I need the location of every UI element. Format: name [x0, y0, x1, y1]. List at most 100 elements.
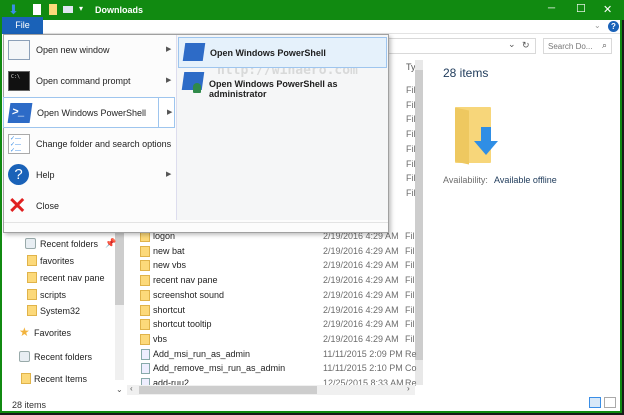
file-type: Fil	[405, 275, 415, 286]
file-date: 11/11/2015 2:10 PM	[323, 363, 403, 374]
nav-label: Favorites	[34, 328, 72, 338]
file-type: Fil	[406, 99, 416, 110]
file-date: 2/19/2016 4:29 AM	[323, 304, 399, 315]
help-icon: ?	[8, 164, 29, 185]
nav-scrollbar[interactable]	[115, 230, 124, 380]
file-name: new bat	[153, 245, 185, 256]
submenu-open-powershell-admin[interactable]: Open Windows PowerShell as administrator	[178, 69, 387, 100]
file-date: 2/19/2016 4:29 AM	[323, 245, 399, 256]
menu-open-command-prompt[interactable]: C:\ Open command prompt ▶	[3, 66, 175, 97]
file-row[interactable]: new vbs 2/19/2016 4:29 AM Fil	[140, 258, 420, 273]
folder-icon	[140, 245, 150, 257]
availability-value: Available offline	[494, 175, 557, 185]
nav-scrollbar-thumb[interactable]	[115, 230, 124, 305]
close-x-icon: ✕	[8, 193, 27, 218]
menu-open-new-window[interactable]: Open new window ▶	[3, 35, 175, 66]
registry-file-icon	[141, 363, 150, 375]
recent-folders-icon	[25, 238, 36, 249]
folder-icon	[140, 260, 150, 272]
refresh-button[interactable]: ↻	[522, 40, 530, 51]
submenu-label: Open Windows PowerShell as administrator	[209, 79, 338, 99]
horizontal-scrollbar[interactable]: ‹ ›	[127, 384, 415, 395]
pin-icon[interactable]: 📌	[105, 238, 116, 249]
menu-change-folder-options[interactable]: ✓— ✓— ✓— Change folder and search options	[3, 129, 175, 160]
ribbon-expand-icon[interactable]: ⌄	[594, 21, 601, 30]
scroll-left-icon[interactable]: ‹	[130, 384, 133, 393]
address-dropdown-icon[interactable]: ⌄	[508, 39, 516, 50]
new-folder-icon[interactable]	[49, 4, 57, 15]
file-date: 2/19/2016 4:29 AM	[323, 319, 399, 330]
file-type: Re	[405, 348, 417, 359]
availability-label: Availability:	[443, 175, 488, 185]
menu-open-windows-powershell[interactable]: >_ Open Windows PowerShell ▶	[3, 97, 175, 128]
file-type: Co	[405, 363, 417, 374]
submenu-open-powershell[interactable]: Open Windows PowerShell	[178, 37, 387, 68]
nav-label: favorites	[40, 256, 75, 266]
file-name: vbs	[153, 333, 168, 344]
menu-label: Change folder and search options	[36, 139, 172, 149]
powershell-icon	[182, 43, 206, 61]
nav-label: recent nav pane	[40, 273, 105, 283]
submenu-arrow-icon: ▶	[166, 46, 172, 53]
file-type: Fil	[405, 245, 415, 256]
file-row[interactable]: new bat 2/19/2016 4:29 AM Fil	[140, 244, 420, 259]
file-type: Fil	[406, 187, 416, 198]
menu-label: Open new window	[36, 45, 110, 55]
file-type: Fil	[406, 143, 416, 154]
file-type: Fil	[406, 158, 416, 169]
file-type: Fil	[405, 289, 415, 300]
close-button[interactable]: ✕	[603, 3, 612, 16]
file-date: 2/19/2016 4:29 AM	[323, 275, 399, 286]
folder-icon	[140, 289, 150, 301]
file-date: 2/19/2016 4:29 AM	[323, 260, 399, 271]
folder-icon	[27, 255, 37, 266]
file-type: Fil	[406, 114, 416, 125]
nav-scroll-down-icon[interactable]: ⌄	[116, 385, 123, 394]
rename-icon[interactable]	[63, 6, 73, 13]
registry-file-icon	[141, 348, 150, 360]
title-bar: ⬇ ▾ Downloads ─ ☐ ✕	[0, 0, 624, 20]
menu-label: Open command prompt	[36, 76, 131, 86]
nav-label: System32	[40, 306, 81, 316]
recent-folders-icon	[19, 351, 30, 362]
search-icon: ⌕	[602, 40, 608, 50]
minimize-button[interactable]: ─	[548, 3, 555, 14]
folder-icon	[27, 272, 37, 283]
large-icons-view-button[interactable]	[604, 397, 616, 408]
customize-qat-icon[interactable]: ▾	[79, 4, 83, 13]
nav-label: scripts	[40, 290, 67, 300]
file-row[interactable]: Add_msi_run_as_admin 11/11/2015 2:09 PM Re	[140, 347, 420, 362]
file-name: shortcut	[153, 304, 186, 315]
scroll-right-icon[interactable]: ›	[407, 384, 410, 393]
file-type: Fil	[405, 304, 415, 315]
file-type: Fil	[406, 85, 416, 95]
file-type: Fil	[406, 129, 416, 140]
maximize-button[interactable]: ☐	[576, 2, 586, 15]
file-name: Add_remove_msi_run_as_admin	[153, 363, 286, 374]
file-row[interactable]: screenshot sound 2/19/2016 4:29 AM Fil	[140, 288, 420, 303]
options-icon: ✓— ✓— ✓—	[8, 134, 30, 154]
file-row[interactable]: recent nav pane 2/19/2016 4:29 AM Fil	[140, 273, 420, 288]
folder-icon	[27, 289, 37, 300]
star-icon: ★	[19, 325, 30, 339]
file-row[interactable]: Add_remove_msi_run_as_admin 11/11/2015 2:…	[140, 361, 420, 376]
menu-close[interactable]: ✕ Close	[3, 191, 175, 222]
submenu-arrow-icon: ▶	[167, 109, 173, 116]
window-icon	[8, 40, 30, 60]
file-tab[interactable]: File	[2, 17, 43, 34]
status-item-count: 28 items	[12, 400, 47, 410]
search-input[interactable]: Search Do... ⌕	[543, 38, 612, 54]
help-icon[interactable]: ?	[608, 21, 619, 32]
file-row[interactable]: shortcut 2/19/2016 4:29 AM Fil	[140, 303, 420, 318]
submenu-split[interactable]	[158, 98, 159, 127]
nav-label: Recent folders	[34, 352, 93, 362]
h-scrollbar-thumb[interactable]	[139, 386, 317, 394]
file-row[interactable]: shortcut tooltip 2/19/2016 4:29 AM Fil	[140, 317, 420, 332]
file-row[interactable]: vbs 2/19/2016 4:29 AM Fil	[140, 332, 420, 347]
details-view-button[interactable]	[589, 397, 601, 408]
file-date: 11/11/2015 2:09 PM	[323, 348, 403, 359]
menu-help[interactable]: ? Help ▶	[3, 160, 175, 191]
download-arrow-icon: ⬇	[8, 2, 19, 17]
address-bar[interactable]: ⌄ ↻	[380, 38, 536, 54]
properties-icon[interactable]	[33, 4, 41, 15]
